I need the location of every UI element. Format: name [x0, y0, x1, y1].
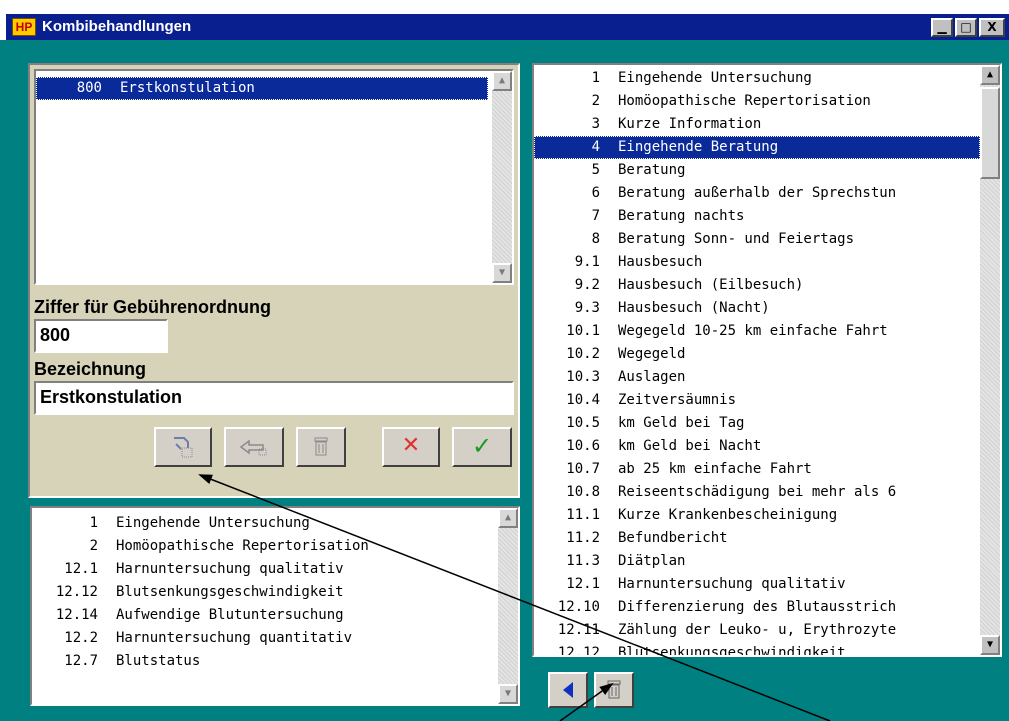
arrow-to-new-entry-button — [198, 474, 831, 721]
annotation-arrows — [198, 474, 831, 721]
window: HP Kombibehandlungen ▁ □ X 800 Erstkonstu… — [0, 0, 1009, 721]
arrow-to-remove-button — [559, 682, 614, 721]
